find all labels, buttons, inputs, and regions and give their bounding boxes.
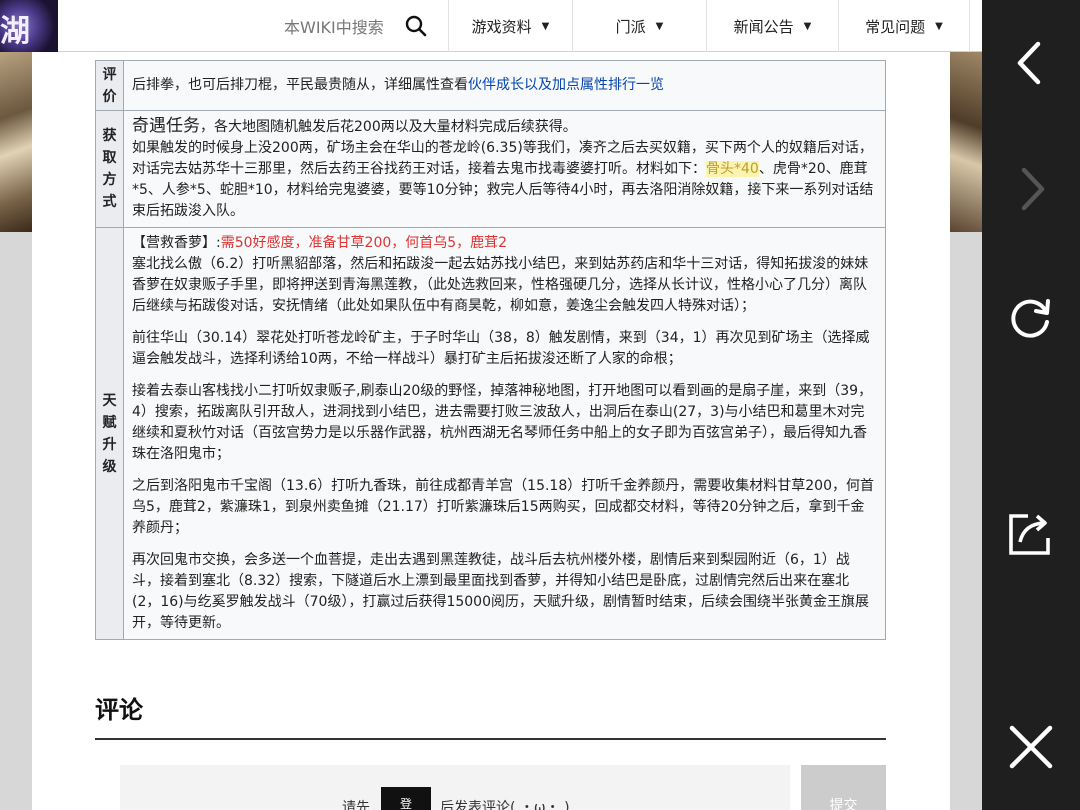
back-icon[interactable] (1006, 38, 1056, 88)
search-icon[interactable] (404, 14, 428, 38)
quest-header: 【营救香萝】:需50好感度，准备甘草200，何首乌5，鹿茸2 (132, 233, 877, 254)
caret-down-icon: ▼ (541, 20, 550, 32)
main-content: 评价 后排拳，也可后排刀棍，平民最贵随从，详细属性查看伙伴成长以及加点属性排行一… (32, 52, 950, 810)
comments-heading: 评论 (95, 696, 143, 724)
background-left (0, 232, 32, 810)
login-button[interactable]: 登 (381, 787, 431, 810)
acquisition-heading-suffix: ，各大地图随机触发后花200两以及大量材料完成后续获得。 (200, 119, 577, 135)
row-label: 天赋升级 (95, 227, 124, 640)
talent-paragraph: 前往华山（30.14）翠花处打听苍龙岭矿主，于子时华山（38，8）触发剧情，来到… (132, 330, 870, 367)
nav-news[interactable]: 新闻公告 ▼ (706, 0, 838, 52)
row-label: 评价 (95, 60, 124, 111)
forward-icon[interactable] (1006, 164, 1056, 214)
caret-down-icon: ▼ (935, 20, 943, 32)
browser-side-panel (982, 0, 1080, 810)
talent-paragraph: 塞北找么傲（6.2）打听黑貂部落，然后和拓跋浚一起去姑苏找小结巴，来到姑苏药店和… (132, 256, 869, 314)
caret-down-icon: ▼ (655, 20, 664, 32)
character-info-table: 评价 后排拳，也可后排刀棍，平民最贵随从，详细属性查看伙伴成长以及加点属性排行一… (95, 60, 886, 640)
row-value: 【营救香萝】:需50好感度，准备甘草200，何首乌5，鹿茸2 塞北找么傲（6.2… (123, 227, 886, 640)
table-row-talent-upgrade: 天赋升级 【营救香萝】:需50好感度，准备甘草200，何首乌5，鹿茸2 塞北找么… (95, 227, 886, 640)
row-value: 奇遇任务，各大地图随机触发后花200两以及大量材料完成后续获得。 如果触发的时候… (123, 110, 886, 228)
talent-paragraph: 接着去泰山客栈找小二打听奴隶贩子,刷泰山20级的野怪，掉落神秘地图，打开地图可以… (132, 383, 873, 462)
search-input[interactable]: 本WIKI中搜索 (284, 14, 384, 38)
comment-input-area[interactable]: 请先 登 后发表评论( ・ω・ ) (120, 765, 790, 810)
refresh-icon[interactable] (1006, 292, 1056, 342)
evaluation-text: 后排拳，也可后排刀棍，平民最贵随从，详细属性查看 (132, 77, 468, 93)
background-right (950, 232, 982, 810)
highlighted-material: 骨头*40 (706, 161, 759, 177)
talent-paragraph: 之后到洛阳鬼市千宝阁（13.6）打听九香珠，前往成都青羊宫（15.18）打听千金… (132, 478, 874, 536)
share-icon[interactable] (1006, 508, 1056, 558)
site-logo[interactable]: 湖 (0, 0, 58, 52)
quest-name: 【营救香萝】: (132, 235, 221, 251)
nav-game-data[interactable]: 游戏资料 ▼ (448, 0, 572, 52)
close-icon[interactable] (1006, 722, 1056, 772)
logo-text: 湖 (0, 14, 30, 49)
submit-comment-button[interactable]: 提交 (801, 765, 886, 810)
background-art-left (0, 52, 32, 232)
comments-divider (95, 738, 886, 740)
nav-label: 常见问题 (865, 17, 926, 36)
nav-label: 游戏资料 (471, 17, 532, 36)
row-label: 获取方式 (95, 110, 124, 228)
comment-prompt-before: 请先 (342, 800, 370, 810)
talent-paragraph: 再次回鬼市交换，会多送一个血菩提，走出去遇到黑莲教徒，战斗后去杭州楼外楼，剧情后… (132, 552, 869, 631)
nav-label: 门派 (615, 17, 646, 36)
row-value: 后排拳，也可后排刀棍，平民最贵随从，详细属性查看伙伴成长以及加点属性排行一览 (123, 60, 886, 111)
nav-sects[interactable]: 门派 ▼ (572, 0, 706, 52)
table-row-acquisition: 获取方式 奇遇任务，各大地图随机触发后花200两以及大量材料完成后续获得。 如果… (95, 110, 886, 228)
growth-ranking-link[interactable]: 伙伴成长以及加点属性排行一览 (468, 77, 664, 93)
nav-label: 新闻公告 (733, 17, 794, 36)
quest-requirement: 需50好感度，准备甘草200，何首乌5，鹿茸2 (220, 235, 508, 251)
acquisition-heading: 奇遇任务 (132, 116, 200, 136)
background-art-right (950, 52, 982, 232)
caret-down-icon: ▼ (803, 20, 812, 32)
nav-faq[interactable]: 常见问题 ▼ (838, 0, 970, 52)
comment-prompt-after: 后发表评论( ・ω・ ) (440, 800, 570, 810)
table-row-evaluation: 评价 后排拳，也可后排刀棍，平民最贵随从，详细属性查看伙伴成长以及加点属性排行一… (95, 60, 886, 111)
top-nav-bar: 湖 本WIKI中搜索 游戏资料 ▼ 门派 ▼ 新闻公告 ▼ 常见问题 ▼ (0, 0, 982, 52)
